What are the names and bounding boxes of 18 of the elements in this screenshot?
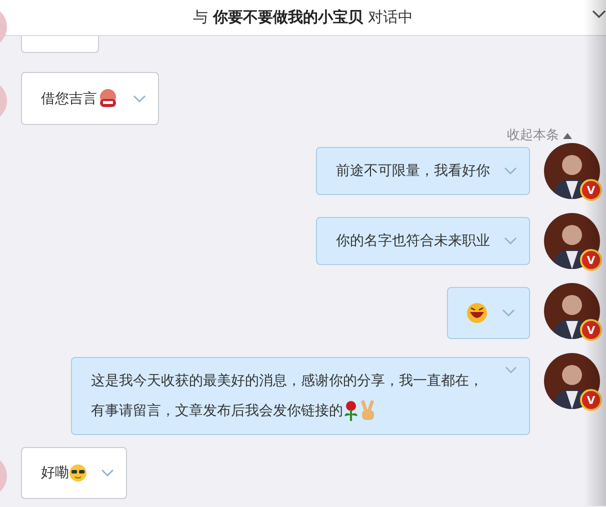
laughing-face-icon <box>466 302 488 324</box>
message-text: 这是我今天收获的最美好的消息，感谢你的分享，我一直都在，有事请留言，文章发布后我会发你链接的 <box>91 366 491 426</box>
verified-badge: V <box>580 389 602 411</box>
sunglasses-face-icon <box>69 464 87 482</box>
verified-badge: V <box>580 319 602 341</box>
message-text: 借您吉言 <box>41 84 119 114</box>
verified-badge: V <box>580 179 602 201</box>
message-text: 好嘞 <box>41 458 87 488</box>
conversation-title: 与 你要不要做我的小宝贝 对话中 <box>193 7 413 28</box>
chevron-down-icon[interactable] <box>592 9 606 19</box>
message-text: 前途不可限量，我看好你 <box>336 162 490 181</box>
emoji-icon <box>97 88 119 110</box>
rose-icon <box>343 400 359 422</box>
victory-hand-icon <box>359 400 377 422</box>
collapse-link[interactable]: 收起本条 <box>507 129 572 143</box>
caret-up-icon <box>563 133 572 139</box>
verified-badge: V <box>580 249 602 271</box>
message-text: 你的名字也符合未来职业 <box>336 232 490 251</box>
